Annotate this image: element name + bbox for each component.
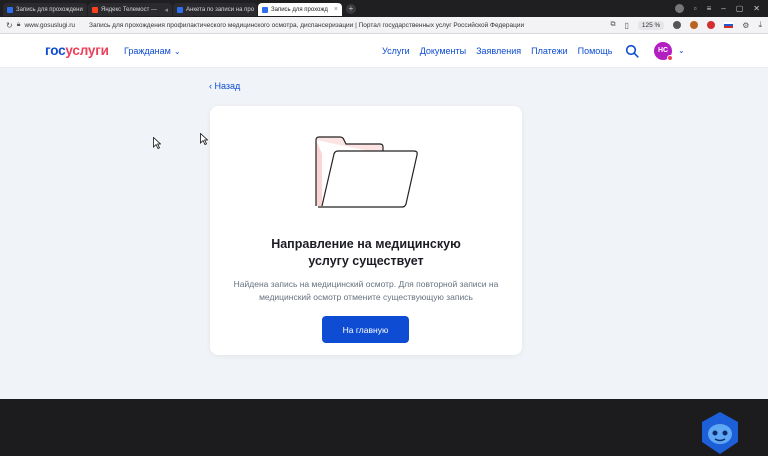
site-header: госуслуги Гражданам ⌄ Услуги Документы За… [0,34,768,68]
extension-icon[interactable] [673,21,682,29]
tab-favicon [7,6,13,13]
bot-assistant-icon[interactable] [698,410,742,456]
lock-icon[interactable]: 🔒︎ [17,21,21,29]
zoom-indicator[interactable]: 125 % [637,20,665,30]
reload-icon[interactable]: ↻ [6,21,13,30]
copy-icon[interactable]: ⧉ [610,21,615,29]
audio-icon: ◂ [164,6,168,14]
flag-icon[interactable] [724,22,734,28]
maximize-icon[interactable]: ▢ [736,4,744,13]
back-link[interactable]: ‹ Назад [209,81,240,91]
window-controls: ▫ ≡ – ▢ ✕ [674,4,768,13]
extension-icon[interactable] [690,21,699,29]
search-icon[interactable] [625,44,639,58]
main-content: ‹ Назад Направление на медицинскую услуг… [0,68,768,454]
info-card: Направление на медицинскую услугу сущест… [210,106,522,355]
address-bar: ↻ 🔒︎ www.gosuslugi.ru Запись для прохожд… [0,17,768,34]
card-title: Направление на медицинскую услугу сущест… [271,237,461,268]
minimize-icon[interactable]: – [721,4,725,13]
close-tab-icon[interactable]: × [334,6,338,13]
nav-services[interactable]: Услуги [382,46,410,56]
mouse-cursor-icon [200,133,208,145]
tab-favicon [92,6,98,13]
nav-applications[interactable]: Заявления [476,46,521,56]
folder-illustration [315,136,418,208]
browser-tab[interactable]: Запись для прохождени [3,3,87,16]
page-title-in-bar: Запись для прохождения профилактического… [89,21,525,29]
extensions-icon[interactable]: ⚙ [742,21,749,30]
close-icon[interactable]: ✕ [753,4,760,13]
citizens-dropdown[interactable]: Гражданам ⌄ [124,46,181,56]
bookmark-star-icon[interactable]: ▯ [624,21,628,30]
chevron-down-icon[interactable]: ⌄ [678,46,685,55]
profile-icon[interactable] [674,4,684,13]
extension-icon[interactable] [707,21,716,29]
url-field[interactable]: www.gosuslugi.ru [24,22,75,29]
bookmark-icon[interactable]: ▫ [694,4,697,13]
browser-tab-active[interactable]: Запись для прохожд × [258,3,342,16]
mouse-cursor-icon [153,137,161,149]
nav-payments[interactable]: Платежи [531,46,568,56]
tab-favicon [262,6,268,13]
nav-help[interactable]: Помощь [578,46,613,56]
chevron-down-icon: ⌄ [173,47,181,56]
go-home-button[interactable]: На главную [322,316,409,343]
gosuslugi-logo[interactable]: госуслуги [45,43,109,58]
browser-tab[interactable]: Анкета по записи на про [173,3,257,16]
download-icon[interactable]: ⤓ [758,20,762,30]
nav-documents[interactable]: Документы [420,46,466,56]
browser-tab-strip: Запись для прохождени Яндекс Телемост — ◂… [0,0,768,17]
avatar[interactable]: НС [654,42,673,61]
menu-icon[interactable]: ≡ [707,4,712,13]
new-tab-button[interactable]: + [346,3,356,14]
tab-favicon [177,6,183,13]
main-nav: Услуги Документы Заявления Платежи Помощ… [382,46,622,56]
browser-tab[interactable]: Яндекс Телемост — ◂ [88,3,172,16]
notification-dot [667,55,673,61]
card-description: Найдена запись на медицинский осмотр. Дл… [233,279,499,302]
